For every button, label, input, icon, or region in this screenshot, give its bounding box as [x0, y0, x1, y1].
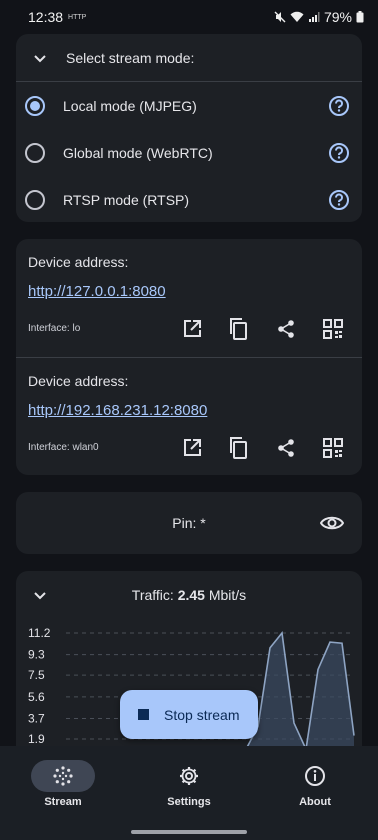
mode-option-global[interactable]: Global mode (WebRTC) — [16, 129, 362, 176]
mode-label-local: Local mode (MJPEG) — [63, 97, 197, 114]
pin-text: Pin: * — [172, 515, 206, 531]
y-tick-label: 11.2 — [28, 626, 51, 640]
copy-button[interactable] — [215, 435, 262, 461]
mode-option-rtsp[interactable]: RTSP mode (RTSP) — [16, 176, 362, 223]
signal-icon — [308, 12, 320, 22]
mode-option-local[interactable]: Local mode (MJPEG) — [16, 82, 362, 129]
interface-label: Interface: wlan0 — [28, 442, 99, 453]
traffic-value: 2.45 — [177, 587, 205, 603]
radio-global[interactable] — [25, 142, 45, 163]
nav-pill-settings[interactable] — [157, 760, 221, 792]
y-tick-label: 1.9 — [28, 732, 45, 746]
qr-code-icon — [322, 438, 343, 458]
device-address-label: Device address: — [28, 254, 129, 270]
device-address-link[interactable]: http://192.168.231.12:8080 — [28, 402, 207, 419]
status-bar: 12:38 HTTP 79% — [0, 0, 378, 34]
address-block-wlan0: Device address: http://192.168.231.12:80… — [16, 357, 362, 475]
nav-item-settings[interactable]: Settings — [126, 746, 252, 840]
y-tick-label: 9.3 — [28, 648, 45, 662]
pin-card: Pin: * — [16, 492, 362, 554]
qr-code-button[interactable] — [309, 316, 356, 342]
help-icon[interactable] — [328, 95, 350, 117]
copy-button[interactable] — [215, 316, 262, 342]
help-icon[interactable] — [328, 189, 350, 211]
nav-item-about[interactable]: About — [252, 746, 378, 840]
traffic-header[interactable]: Traffic: 2.45 Mbit/s — [16, 571, 362, 619]
address-actions — [168, 435, 356, 461]
device-address-card: Device address: http://127.0.0.1:8080 In… — [16, 239, 362, 475]
mode-label-global: Global mode (WebRTC) — [63, 144, 213, 161]
bottom-navigation: Stream Settings About — [0, 746, 378, 840]
nav-label-settings: Settings — [167, 796, 211, 808]
nav-item-stream[interactable]: Stream — [0, 746, 126, 840]
stream-mode-card: Select stream mode: Local mode (MJPEG) G… — [16, 34, 362, 222]
radio-local[interactable] — [25, 95, 45, 116]
nav-label-about: About — [299, 796, 331, 808]
share-button[interactable] — [262, 316, 309, 342]
http-notification-icon: HTTP — [68, 13, 87, 21]
open-link-button[interactable] — [168, 435, 215, 461]
wifi-icon — [290, 11, 304, 22]
stop-stream-button[interactable]: Stop stream — [120, 690, 258, 739]
open-link-button[interactable] — [168, 316, 215, 342]
interface-label: Interface: lo — [28, 323, 81, 334]
nav-pill-about[interactable] — [283, 760, 347, 792]
copy-icon — [229, 437, 247, 459]
about-icon — [305, 766, 325, 786]
mode-label-rtsp: RTSP mode (RTSP) — [63, 191, 190, 208]
stop-icon — [138, 709, 149, 720]
y-tick-label: 3.7 — [28, 711, 45, 725]
nav-label-stream: Stream — [44, 796, 82, 808]
mute-icon — [274, 11, 286, 23]
address-block-lo: Device address: http://127.0.0.1:8080 In… — [16, 239, 362, 357]
stream-icon — [53, 766, 73, 786]
y-tick-label: 5.6 — [28, 690, 45, 704]
copy-icon — [229, 318, 247, 340]
show-pin-eye-icon[interactable] — [320, 511, 344, 535]
share-icon — [277, 320, 294, 338]
traffic-label: Traffic: — [131, 587, 174, 603]
nav-pill-stream[interactable] — [31, 760, 95, 792]
battery-icon — [356, 11, 364, 23]
settings-icon — [180, 767, 198, 785]
device-address-label: Device address: — [28, 373, 129, 389]
address-actions — [168, 316, 356, 342]
share-button[interactable] — [262, 435, 309, 461]
status-time: 12:38 — [28, 9, 64, 25]
qr-code-icon — [322, 319, 343, 339]
open-in-new-icon — [183, 320, 201, 337]
radio-rtsp[interactable] — [25, 189, 45, 210]
stream-mode-title: Select stream mode: — [66, 49, 195, 66]
battery-percent: 79% — [323, 9, 352, 25]
device-address-link[interactable]: http://127.0.0.1:8080 — [28, 283, 166, 300]
stop-stream-label: Stop stream — [164, 706, 240, 723]
stream-mode-header[interactable]: Select stream mode: — [16, 34, 362, 82]
traffic-card: Traffic: 2.45 Mbit/s 11.2 9.3 7.5 5.6 3.7 1.9 — [16, 571, 362, 771]
y-tick-label: 7.5 — [28, 668, 45, 682]
traffic-title: Traffic: 2.45 Mbit/s — [16, 587, 362, 603]
traffic-unit: Mbit/s — [208, 587, 247, 603]
help-icon[interactable] — [328, 142, 350, 164]
qr-code-button[interactable] — [309, 435, 356, 461]
share-icon — [277, 439, 294, 457]
chevron-down-icon[interactable] — [28, 46, 52, 70]
open-in-new-icon — [183, 439, 201, 456]
home-indicator — [131, 830, 247, 834]
